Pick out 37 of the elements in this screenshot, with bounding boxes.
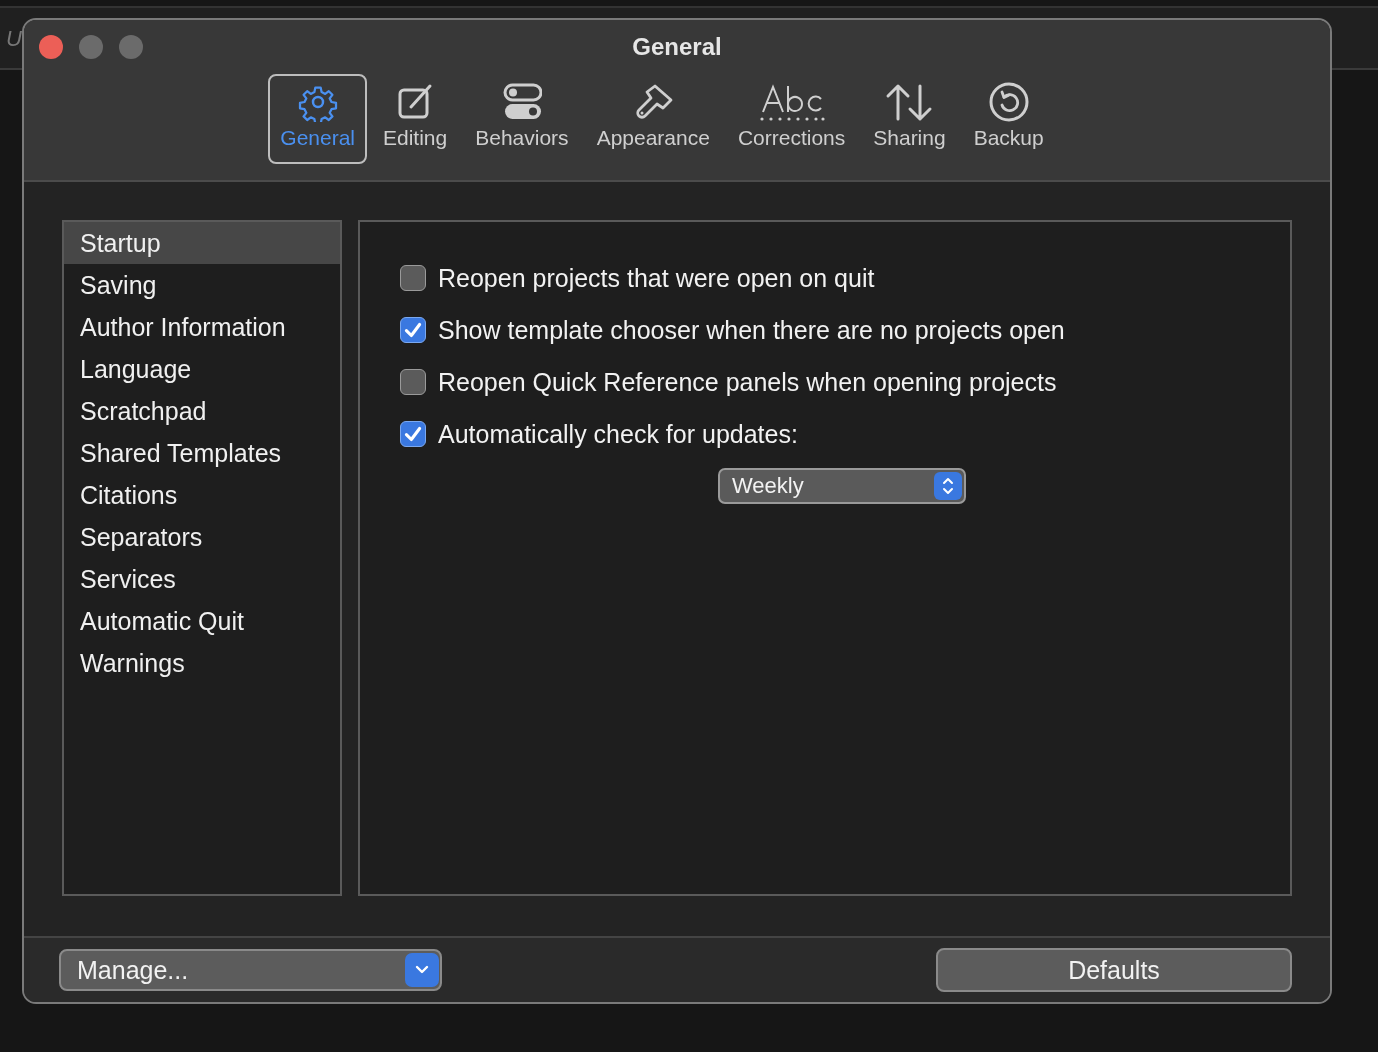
checkbox[interactable] [400,421,426,447]
toolbar-tab[interactable]: Backup [961,74,1056,164]
sidebar-item[interactable]: Scratchpad [64,390,340,432]
sidebar-item[interactable]: Author Information [64,306,340,348]
toggle-icon [501,82,542,122]
frequency-dropdown[interactable]: Weekly [718,468,966,504]
sidebar-item[interactable]: Saving [64,264,340,306]
defaults-button[interactable]: Defaults [936,948,1292,992]
sidebar-item[interactable]: Automatic Quit [64,600,340,642]
sidebar-item[interactable]: Warnings [64,642,340,684]
close-button[interactable] [39,35,63,59]
sidebar-item[interactable]: Shared Templates [64,432,340,474]
sidebar-item[interactable]: Citations [64,474,340,516]
sidebar-item[interactable]: Language [64,348,340,390]
toolbar-tab[interactable]: Behaviors [463,74,581,164]
paintbrush-icon [633,82,674,122]
sidebar-item[interactable]: Separators [64,516,340,558]
window-title: General [632,33,722,61]
toolbar-tab[interactable]: Appearance [584,74,722,164]
checkbox-label: Reopen Quick Reference panels when opening projects [438,367,1057,397]
toolbar-tab[interactable]: Corrections [725,74,858,164]
chevron-down-icon [405,953,439,987]
restore-icon [988,82,1029,122]
checkbox-label: Automatically check for updates: [438,419,798,449]
stepper-icon [934,472,962,500]
toolbar-tab[interactable]: Sharing [861,74,958,164]
toolbar-tab[interactable]: General [268,74,367,164]
checkbox[interactable] [400,317,426,343]
checkbox[interactable] [400,369,426,395]
manage-dropdown[interactable]: Manage... [59,949,442,991]
checkbox[interactable] [400,265,426,291]
toolbar-tab[interactable]: Editing [371,74,460,164]
background-text: U [6,26,22,52]
sidebar-item[interactable]: Startup [64,222,340,264]
sidebar-item[interactable]: Services [64,558,340,600]
checkbox-label: Show template chooser when there are no projects open [438,315,1065,345]
checkbox-label: Reopen projects that were open on quit [438,263,875,293]
